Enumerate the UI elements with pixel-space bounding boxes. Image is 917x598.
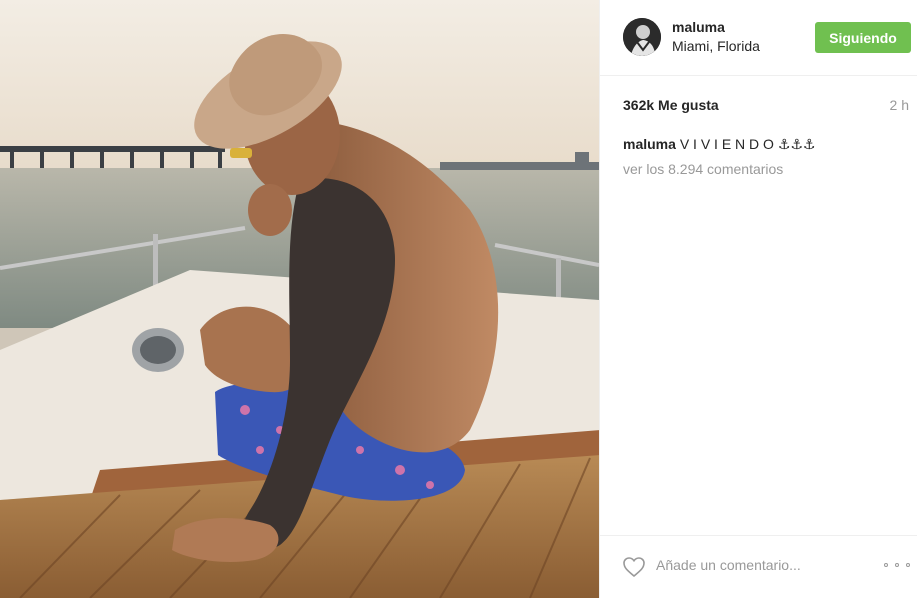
avatar-image bbox=[623, 18, 661, 56]
likes-count[interactable]: 362k Me gusta bbox=[623, 97, 719, 113]
post-photo[interactable] bbox=[0, 0, 599, 598]
comment-bar bbox=[600, 535, 917, 598]
caption-text: V I V I E N D O ⚓⚓⚓ bbox=[679, 136, 816, 152]
more-dot bbox=[895, 563, 899, 567]
post-time[interactable]: 2 h bbox=[890, 97, 909, 113]
username-link[interactable]: maluma bbox=[672, 19, 725, 35]
view-all-comments-link[interactable]: ver los 8.294 comentarios bbox=[623, 161, 783, 177]
post-details-panel: maluma Miami, Florida Siguiendo 362k Me … bbox=[599, 0, 917, 598]
post-caption: maluma V I V I E N D O ⚓⚓⚓ bbox=[623, 136, 816, 153]
more-options-icon[interactable] bbox=[884, 558, 910, 572]
comment-input[interactable] bbox=[656, 553, 866, 577]
following-button[interactable]: Siguiendo bbox=[815, 22, 911, 53]
post-photo-illustration bbox=[0, 0, 599, 598]
more-dot bbox=[906, 563, 910, 567]
location-link[interactable]: Miami, Florida bbox=[672, 38, 760, 54]
more-dot bbox=[884, 563, 888, 567]
avatar[interactable] bbox=[623, 18, 661, 56]
caption-username[interactable]: maluma bbox=[623, 136, 676, 152]
post-header: maluma Miami, Florida Siguiendo bbox=[600, 0, 917, 76]
heart-outline-icon[interactable] bbox=[622, 556, 646, 578]
